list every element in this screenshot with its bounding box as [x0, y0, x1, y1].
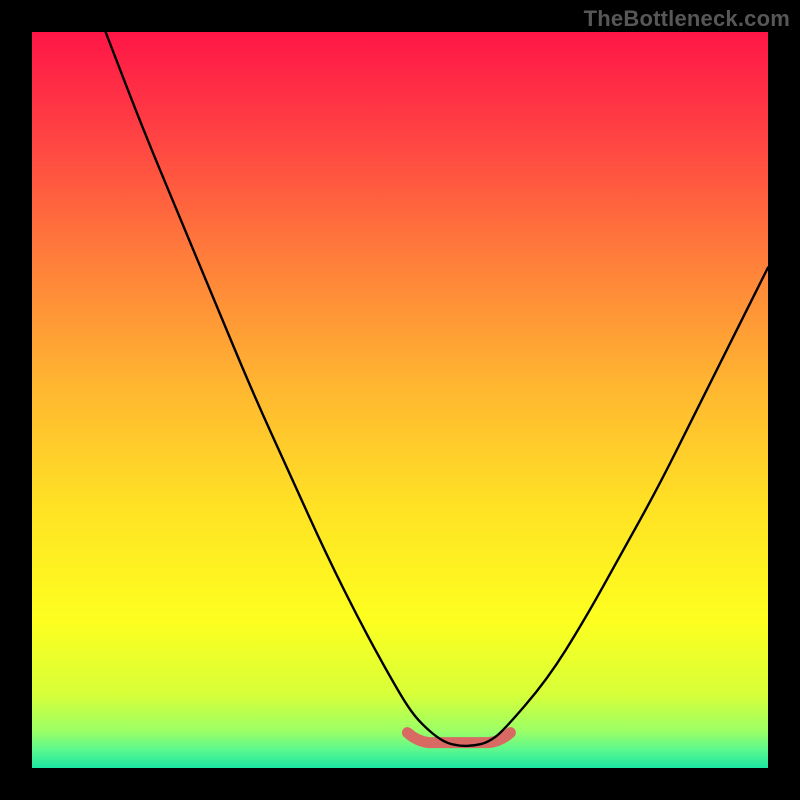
- chart-frame: TheBottleneck.com: [0, 0, 800, 800]
- bottleneck-curve: [106, 32, 768, 746]
- curve-layer: [32, 32, 768, 768]
- watermark-text: TheBottleneck.com: [584, 6, 790, 32]
- plot-area: [32, 32, 768, 768]
